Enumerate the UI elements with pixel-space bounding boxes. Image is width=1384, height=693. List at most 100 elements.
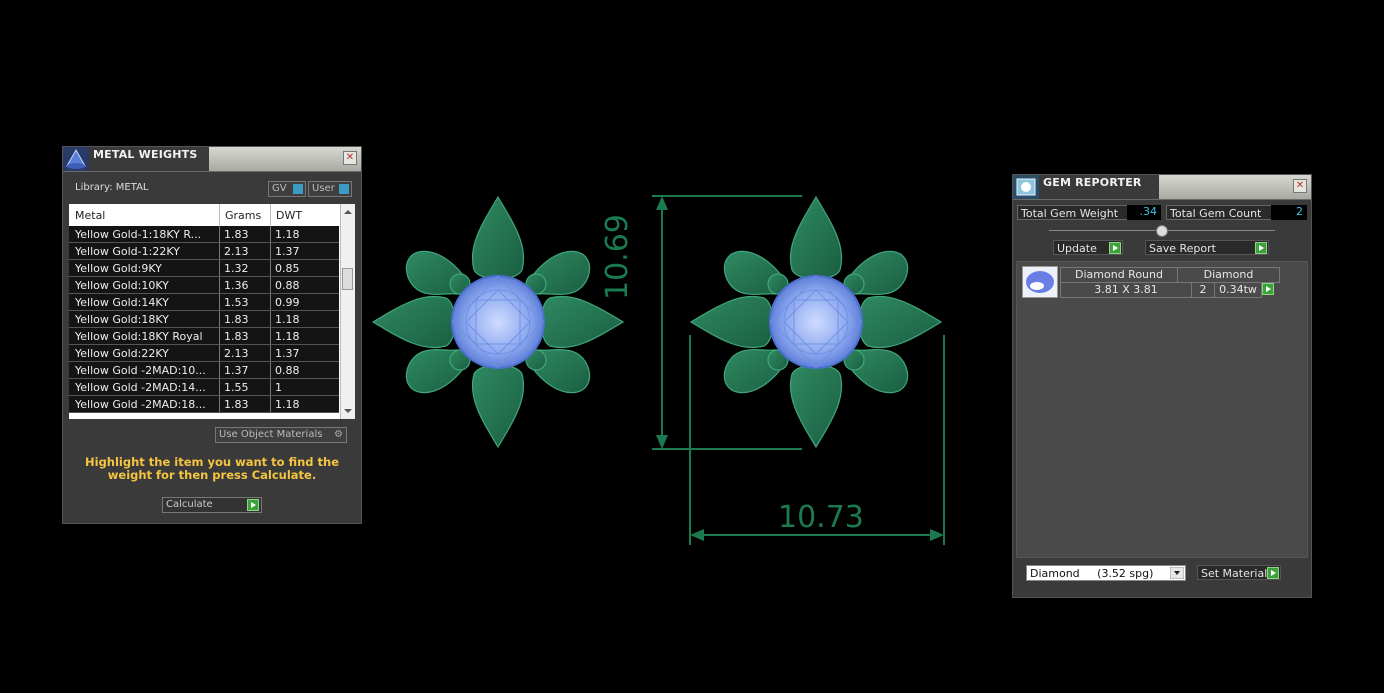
grams-cell: 1.83 — [224, 330, 249, 343]
column-divider — [219, 311, 220, 327]
save-report-button[interactable]: Save Report — [1145, 240, 1269, 255]
earring-left — [372, 196, 624, 448]
update-play-icon — [1109, 242, 1121, 254]
gv-label: GV — [272, 183, 287, 194]
instruction-text: Highlight the item you want to find the … — [85, 455, 339, 482]
metal-weights-close-button[interactable]: ✕ — [343, 151, 357, 165]
update-button[interactable]: Update — [1053, 240, 1123, 255]
col-dwt[interactable]: DWT — [276, 209, 302, 222]
table-row[interactable]: Yellow Gold -2MAD:10... 1.37 0.88 — [69, 362, 339, 379]
gem-count: 2 — [1191, 282, 1215, 298]
metal-cell: Yellow Gold-1:22KY — [75, 245, 180, 258]
grams-cell: 1.37 — [224, 364, 249, 377]
gv-indicator — [293, 184, 303, 194]
table-row[interactable]: Yellow Gold:10KY 1.36 0.88 — [69, 277, 339, 294]
model-viewport[interactable] — [362, 180, 1002, 560]
divider-handle[interactable] — [1156, 225, 1168, 237]
table-row[interactable]: Yellow Gold-1:18KY R... 1.83 1.18 — [69, 226, 339, 243]
material-select-value: Diamond (3.52 spg) — [1030, 567, 1154, 580]
diamond-round-icon — [1022, 266, 1058, 298]
grams-cell: 1.32 — [224, 262, 249, 275]
grams-cell: 1.83 — [224, 398, 249, 411]
col-metal[interactable]: Metal — [75, 209, 105, 222]
total-gem-count-value: 2 — [1271, 205, 1307, 220]
gem-weight: 0.34tw — [1214, 282, 1262, 298]
scroll-up-icon[interactable] — [341, 206, 355, 218]
metal-table-scrollbar[interactable] — [340, 204, 355, 419]
grams-cell: 2.13 — [224, 347, 249, 360]
gem-size: 3.81 X 3.81 — [1060, 282, 1192, 298]
gem-reporter-titlebar[interactable]: GEM REPORTER ✕ — [1013, 175, 1311, 200]
user-indicator — [339, 184, 349, 194]
use-object-materials-button[interactable]: Use Object Materials ⚙ — [215, 427, 347, 443]
column-divider — [270, 379, 271, 395]
scroll-thumb[interactable] — [342, 268, 353, 290]
calculate-play-icon — [247, 499, 259, 511]
column-divider — [270, 260, 271, 276]
table-row[interactable]: Yellow Gold:14KY 1.53 0.99 — [69, 294, 339, 311]
metal-cell: Yellow Gold -2MAD:10... — [75, 364, 206, 377]
metal-cell: Yellow Gold:14KY — [75, 296, 169, 309]
gem-reporter-icon — [1013, 175, 1039, 199]
column-divider — [219, 294, 220, 310]
table-row[interactable]: Yellow Gold:18KY Royal 1.83 1.18 — [69, 328, 339, 345]
dwt-cell: 1.18 — [275, 398, 300, 411]
column-divider — [219, 328, 220, 344]
column-divider — [270, 226, 271, 242]
column-divider — [270, 328, 271, 344]
metal-weights-panel: METAL WEIGHTS ✕ Library: METAL GV User M… — [62, 146, 362, 524]
grams-cell: 1.83 — [224, 228, 249, 241]
table-row[interactable]: Yellow Gold:18KY 1.83 1.18 — [69, 311, 339, 328]
gem-reporter-close-button[interactable]: ✕ — [1293, 179, 1307, 193]
height-dimension-label: 10.69 — [600, 214, 635, 300]
table-row[interactable]: Yellow Gold:9KY 1.32 0.85 — [69, 260, 339, 277]
metal-table-rows: Yellow Gold-1:18KY R... 1.83 1.18 Yellow Go… — [69, 226, 339, 413]
user-toggle[interactable]: User — [308, 181, 352, 197]
table-row[interactable]: Yellow Gold -2MAD:18... 1.83 1.18 — [69, 396, 339, 413]
metal-cell: Yellow Gold:9KY — [75, 262, 162, 275]
grams-cell: 1.83 — [224, 313, 249, 326]
gem-list-item[interactable]: Diamond Round Diamond 3.81 X 3.81 2 0.34… — [1022, 266, 1282, 298]
save-report-label: Save Report — [1149, 242, 1216, 255]
scroll-down-icon[interactable] — [341, 405, 355, 417]
gem-material: Diamond — [1177, 267, 1280, 283]
gem-reporter-panel: GEM REPORTER ✕ Total Gem Weight .34 Tota… — [1012, 174, 1312, 598]
table-row[interactable]: Yellow Gold -2MAD:14... 1.55 1 — [69, 379, 339, 396]
column-divider — [219, 260, 220, 276]
gem-details-play-icon[interactable] — [1262, 283, 1274, 295]
calculate-button[interactable]: Calculate — [162, 497, 262, 513]
grams-cell: 1.36 — [224, 279, 249, 292]
table-row[interactable]: Yellow Gold:22KY 2.13 1.37 — [69, 345, 339, 362]
material-select[interactable]: Diamond (3.52 spg) — [1026, 565, 1186, 581]
settings-icon: ⚙ — [334, 429, 343, 440]
dwt-cell: 1.18 — [275, 313, 300, 326]
table-row[interactable]: Yellow Gold-1:22KY 2.13 1.37 — [69, 243, 339, 260]
metal-cell: Yellow Gold:10KY — [75, 279, 169, 292]
dwt-cell: 0.99 — [275, 296, 300, 309]
dwt-cell: 0.85 — [275, 262, 300, 275]
column-divider — [219, 226, 220, 242]
dwt-cell: 1.37 — [275, 347, 300, 360]
column-divider — [270, 396, 271, 412]
dropdown-arrow-icon[interactable] — [1170, 567, 1184, 579]
library-label: Library: METAL — [75, 182, 149, 193]
column-divider — [270, 243, 271, 259]
dwt-cell: 1 — [275, 381, 282, 394]
set-material-button[interactable]: Set Material — [1197, 565, 1281, 580]
width-dimension-label: 10.73 — [778, 500, 864, 535]
set-material-label: Set Material — [1201, 567, 1268, 580]
metal-table-header: Metal Grams DWT — [69, 204, 341, 226]
column-divider — [219, 396, 220, 412]
calculate-label: Calculate — [166, 499, 213, 510]
metal-weights-titlebar[interactable]: METAL WEIGHTS ✕ — [63, 147, 361, 172]
gv-toggle[interactable]: GV — [268, 181, 306, 197]
metal-cell: Yellow Gold-1:18KY R... — [75, 228, 202, 241]
column-divider — [270, 294, 271, 310]
metal-cell: Yellow Gold:22KY — [75, 347, 169, 360]
metal-weights-icon — [63, 147, 89, 171]
dwt-cell: 1.18 — [275, 330, 300, 343]
metal-table: Metal Grams DWT Yellow Gold-1:18KY R... 1… — [69, 204, 355, 419]
col-grams[interactable]: Grams — [225, 209, 261, 222]
save-report-play-icon — [1255, 242, 1267, 254]
earring-right — [690, 196, 942, 448]
